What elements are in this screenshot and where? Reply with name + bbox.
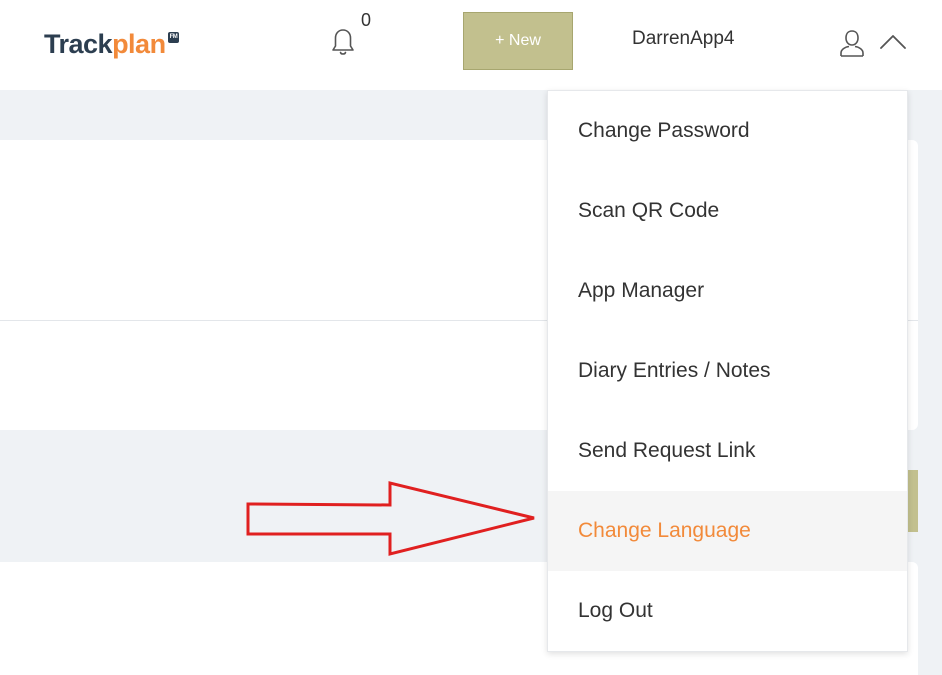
notification-count: 0 (361, 10, 372, 30)
menu-item-change-language[interactable]: Change Language (548, 491, 907, 571)
trackplan-logo[interactable]: Track plan FM (44, 24, 180, 64)
bell-icon[interactable] (330, 26, 356, 58)
username-label[interactable]: DarrenApp4 (632, 28, 734, 50)
menu-item-send-request-link[interactable]: Send Request Link (548, 411, 907, 491)
chevron-up-icon[interactable] (878, 30, 908, 54)
user-icon[interactable] (838, 27, 866, 59)
new-button[interactable]: + New (463, 12, 573, 70)
menu-item-app-manager[interactable]: App Manager (548, 251, 907, 331)
logo-text-plan: plan (112, 28, 166, 59)
top-navigation-bar: Track plan FM 0 + New DarrenApp4 (0, 0, 942, 90)
logo-badge: FM (167, 31, 180, 43)
user-dropdown-menu: Change Password Scan QR Code App Manager… (547, 90, 908, 652)
menu-item-diary-entries-notes[interactable]: Diary Entries / Notes (548, 331, 907, 411)
logo-text-track: Track (44, 28, 113, 59)
right-arrow-icon (246, 481, 535, 556)
menu-item-change-password[interactable]: Change Password (548, 91, 907, 171)
menu-item-scan-qr-code[interactable]: Scan QR Code (548, 171, 907, 251)
menu-item-log-out[interactable]: Log Out (548, 571, 907, 651)
